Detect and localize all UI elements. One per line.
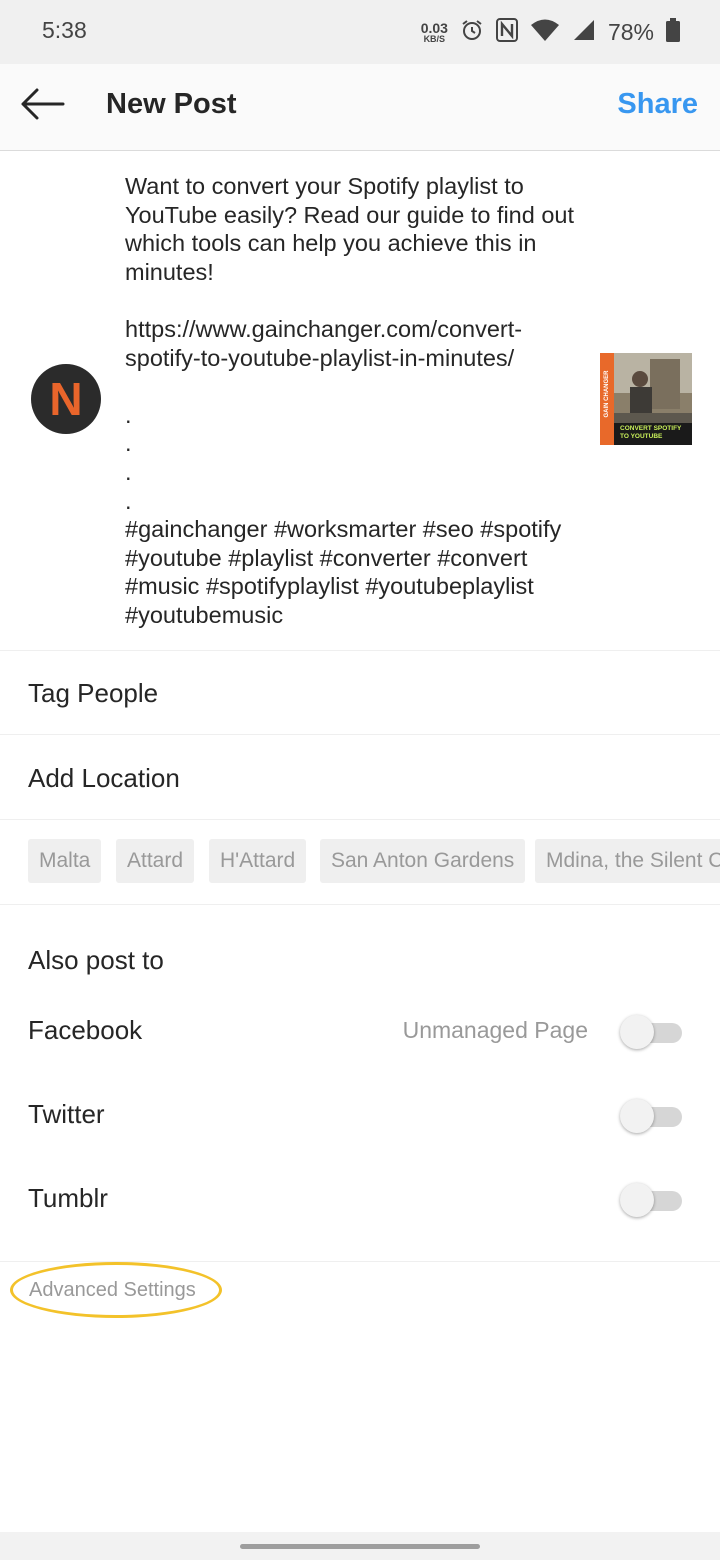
twitter-toggle[interactable] [620,1099,684,1133]
back-button[interactable] [18,84,66,128]
network-speed-unit: KB/S [423,33,446,44]
toggle-knob [620,1183,654,1217]
facebook-toggle[interactable] [620,1015,684,1049]
location-chip[interactable]: H'Attard [209,839,307,883]
tag-people-row[interactable]: Tag People [0,651,720,735]
network-speed: 0.03 KB/S [421,21,448,44]
battery-icon [666,17,680,47]
also-post-title: Also post to [28,945,164,975]
nfc-icon [495,17,518,47]
alarm-icon [460,18,484,47]
tumblr-toggle[interactable] [620,1183,684,1217]
post-composer: N Want to convert your Spotify playlist … [0,150,720,651]
status-icons: 0.03 KB/S 78% [421,14,680,50]
back-arrow-icon [19,87,65,126]
facebook-page-hint: Unmanaged Page [402,1017,588,1043]
tumblr-label: Tumblr [28,1183,108,1213]
app-bar: New Post Share [0,64,720,151]
network-speed-value: 0.03 [420,19,448,36]
add-location-label: Add Location [28,763,180,793]
post-thumbnail[interactable]: GAIN CHANGER CONVERT SPOTIFY TO YOUTUBE [600,353,692,445]
facebook-label: Facebook [28,1015,143,1045]
tumblr-share-row: Tumblr [0,1169,720,1229]
share-button[interactable]: Share [617,88,698,121]
toggle-knob [620,1015,654,1049]
battery-percent: 78% [607,18,654,45]
page-title: New Post [106,88,237,120]
system-nav-bar [0,1532,720,1560]
home-gesture-pill[interactable] [240,1544,480,1549]
location-chip[interactable]: Attard [116,839,195,883]
twitter-share-row: Twitter [0,1085,720,1145]
thumbnail-banner-text: CONVERT SPOTIFY TO YOUTUBE [620,425,682,440]
signal-icon [572,18,596,47]
facebook-share-row: Facebook Unmanaged Page [0,1001,720,1061]
status-time: 5:38 [42,17,87,43]
location-chip[interactable]: San Anton Gardens [320,839,526,883]
avatar-letter: N [49,373,83,425]
location-suggestions: Malta Attard H'Attard San Anton Gardens … [0,820,720,905]
avatar: N [31,364,101,434]
wifi-icon [530,18,560,47]
tag-people-label: Tag People [28,678,159,708]
location-chip[interactable]: Malta [28,839,102,883]
location-chip[interactable]: Mdina, the Silent City [535,839,720,883]
caption-input[interactable]: Want to convert your Spotify playlist to… [125,172,585,630]
advanced-settings-link[interactable]: Advanced Settings [29,1279,196,1302]
twitter-label: Twitter [28,1099,105,1129]
status-bar: 5:38 0.03 KB/S 78% [0,0,720,64]
toggle-knob [620,1099,654,1133]
thumbnail-side-text: GAIN CHANGER [604,370,610,418]
add-location-row[interactable]: Add Location [0,735,720,820]
